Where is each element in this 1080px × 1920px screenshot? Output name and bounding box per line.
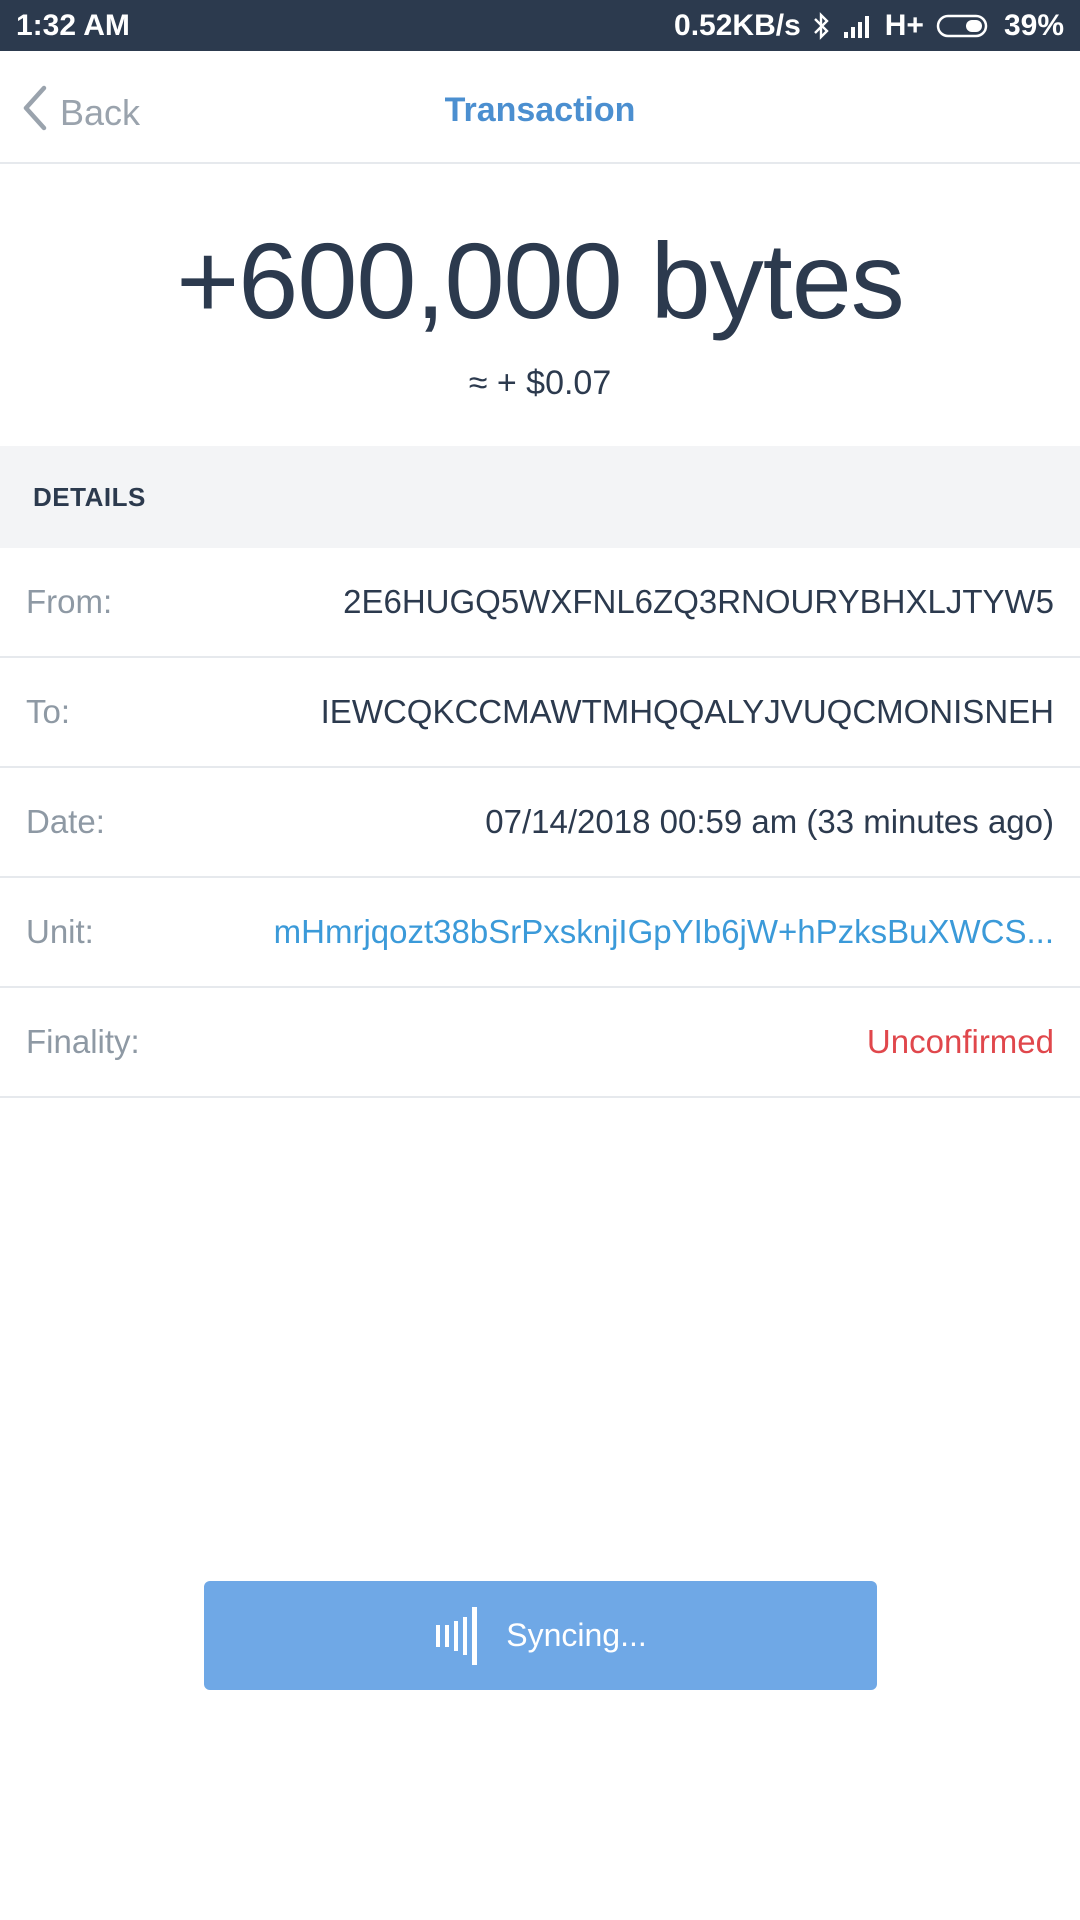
sync-bars-icon — [434, 1605, 480, 1667]
status-right-group: 0.52KB/s H+ 39% — [674, 9, 1064, 43]
unit-link[interactable]: mHmrjqozt38bSrPxsknjIGpYIb6jW+hPzksBuXWC… — [274, 913, 1054, 951]
amount-summary: +600,000 bytes ≈ + $0.07 — [0, 166, 1080, 446]
signal-icon — [843, 13, 873, 39]
detail-row-date: Date: 07/14/2018 00:59 am (33 minutes ag… — [0, 768, 1080, 878]
detail-row-finality: Finality: Unconfirmed — [0, 988, 1080, 1098]
fiat-amount: ≈ + $0.07 — [468, 364, 612, 402]
detail-row-from: From: 2E6HUGQ5WXFNL6ZQ3RNOURYBHXLJTYW5 — [0, 548, 1080, 658]
details-header: DETAILS — [0, 446, 1080, 548]
nav-bar: Back Transaction — [0, 51, 1080, 164]
page-title: Transaction — [444, 91, 636, 129]
syncing-button[interactable]: Syncing... — [204, 1581, 877, 1690]
to-address: IEWCQKCCMAWTMHQQALYJVUQCMONISNEH — [320, 693, 1054, 730]
finality-status: Unconfirmed — [866, 1023, 1054, 1060]
network-type: H+ — [884, 8, 924, 42]
battery-percent: 39% — [1003, 8, 1064, 42]
bluetooth-icon — [813, 11, 831, 41]
date-label: Date: — [26, 803, 105, 840]
detail-row-to: To: IEWCQKCCMAWTMHQQALYJVUQCMONISNEH — [0, 658, 1080, 768]
finality-label: Finality: — [26, 1023, 140, 1060]
battery-icon — [936, 13, 992, 39]
from-label: From: — [26, 583, 113, 620]
syncing-label: Syncing... — [506, 1617, 647, 1653]
to-label: To: — [26, 693, 71, 730]
unit-label: Unit: — [26, 913, 94, 950]
status-time: 1:32 AM — [16, 8, 130, 42]
from-address: 2E6HUGQ5WXFNL6ZQ3RNOURYBHXLJTYW5 — [343, 583, 1054, 620]
detail-row-unit: Unit: mHmrjqozt38bSrPxsknjIGpYIb6jW+hPzk… — [0, 878, 1080, 988]
network-speed: 0.52KB/s — [674, 8, 801, 42]
date-value: 07/14/2018 00:59 am (33 minutes ago) — [485, 803, 1054, 840]
transaction-amount: +600,000 bytes — [176, 220, 905, 341]
status-bar: 1:32 AM 0.52KB/s H+ 39% — [0, 0, 1080, 51]
